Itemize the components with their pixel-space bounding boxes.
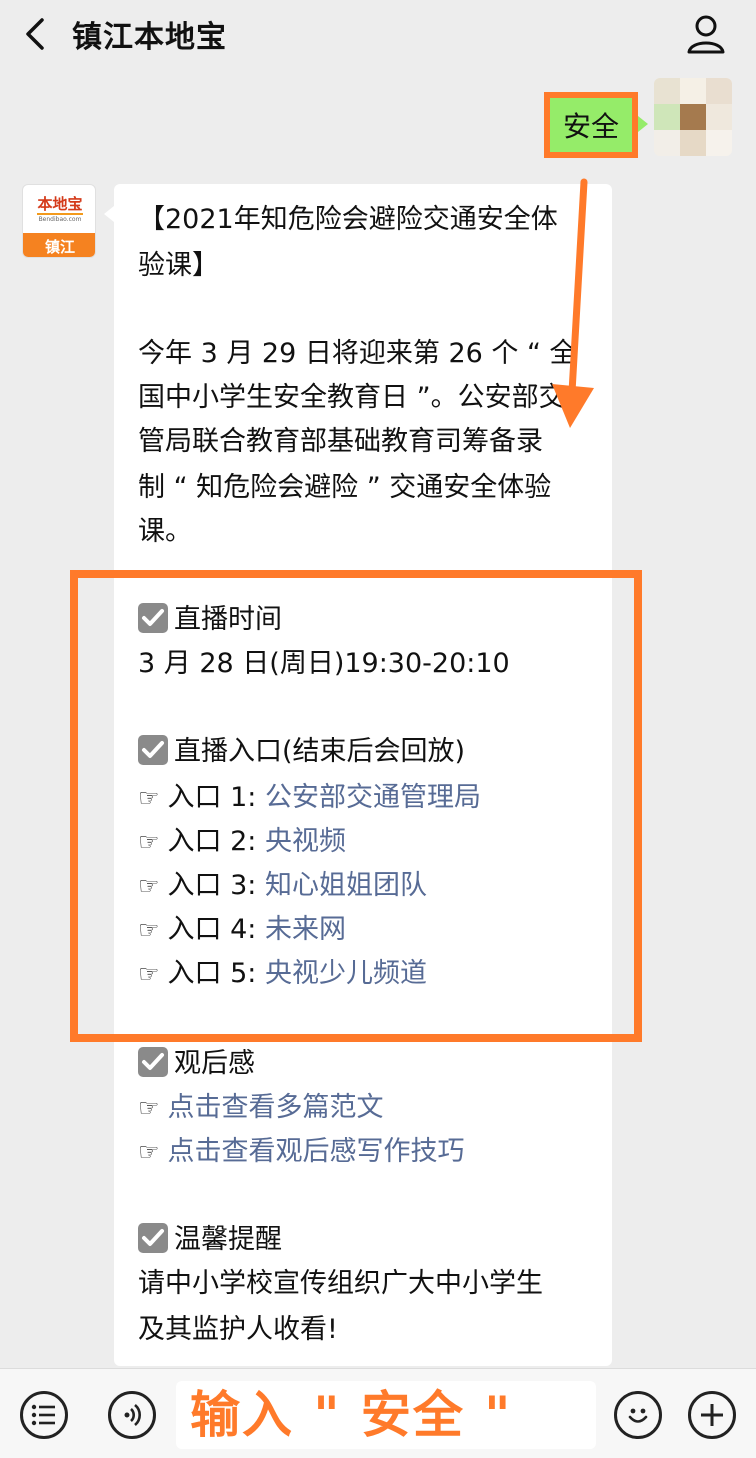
reminder-heading: 温馨提醒 bbox=[138, 1220, 282, 1260]
chat-input-bar: 输入 " 安全 " bbox=[0, 1368, 756, 1458]
intro-line: 国中小学生安全教育日 ”。公安部交 bbox=[138, 382, 566, 413]
review-item: ☞ 点击查看观后感写作技巧 bbox=[138, 1132, 465, 1172]
highlight-box bbox=[70, 570, 642, 1042]
reminder-line: 及其监护人收看! bbox=[138, 1314, 338, 1345]
list-menu-icon[interactable] bbox=[20, 1391, 68, 1439]
emoji-icon[interactable] bbox=[614, 1391, 662, 1439]
intro-line: 课。 bbox=[138, 516, 192, 547]
orange-arrow-icon bbox=[552, 178, 594, 428]
self-avatar[interactable] bbox=[654, 78, 732, 156]
bot-avatar[interactable]: 本地宝 Bendibao.com 镇江 bbox=[22, 184, 96, 258]
pointing-hand-icon: ☞ bbox=[138, 1138, 160, 1166]
sent-message-text: 安全 bbox=[562, 110, 619, 143]
chevron-left-icon[interactable] bbox=[18, 14, 58, 54]
chat-header: 镇江本地宝 bbox=[0, 0, 756, 74]
checkbox-icon bbox=[138, 1047, 168, 1077]
review-link[interactable]: 点击查看多篇范文 bbox=[168, 1092, 384, 1123]
checkbox-icon bbox=[138, 1223, 168, 1253]
message-title-line2: 验课】 bbox=[138, 250, 219, 281]
review-link[interactable]: 点击查看观后感写作技巧 bbox=[168, 1136, 465, 1167]
chat-title: 镇江本地宝 bbox=[72, 20, 227, 55]
review-heading: 观后感 bbox=[138, 1044, 255, 1084]
sent-message-bubble[interactable]: 安全 bbox=[544, 92, 648, 158]
person-icon[interactable] bbox=[684, 12, 728, 56]
city-label: 镇江 bbox=[23, 233, 95, 257]
review-item: ☞ 点击查看多篇范文 bbox=[138, 1088, 384, 1128]
intro-line: 今年 3 月 29 日将迎来第 26 个 “ 全 bbox=[138, 338, 577, 369]
intro-line: 管局联合教育部基础教育司筹备录 bbox=[138, 426, 543, 457]
message-title-line1: 【2021年知危险会避险交通安全体 bbox=[138, 204, 558, 235]
bendibao-logo: 本地宝 Bendibao.com bbox=[37, 194, 83, 223]
pointing-hand-icon: ☞ bbox=[138, 1094, 160, 1122]
intro-line: 制 “ 知危险会避险 ” 交通安全体验 bbox=[138, 472, 552, 503]
reminder-line: 请中小学校宣传组织广大中小学生 bbox=[138, 1268, 543, 1299]
plus-icon[interactable] bbox=[688, 1391, 736, 1439]
voice-icon[interactable] bbox=[108, 1391, 156, 1439]
input-text: 输入 " 安全 " bbox=[190, 1386, 513, 1444]
